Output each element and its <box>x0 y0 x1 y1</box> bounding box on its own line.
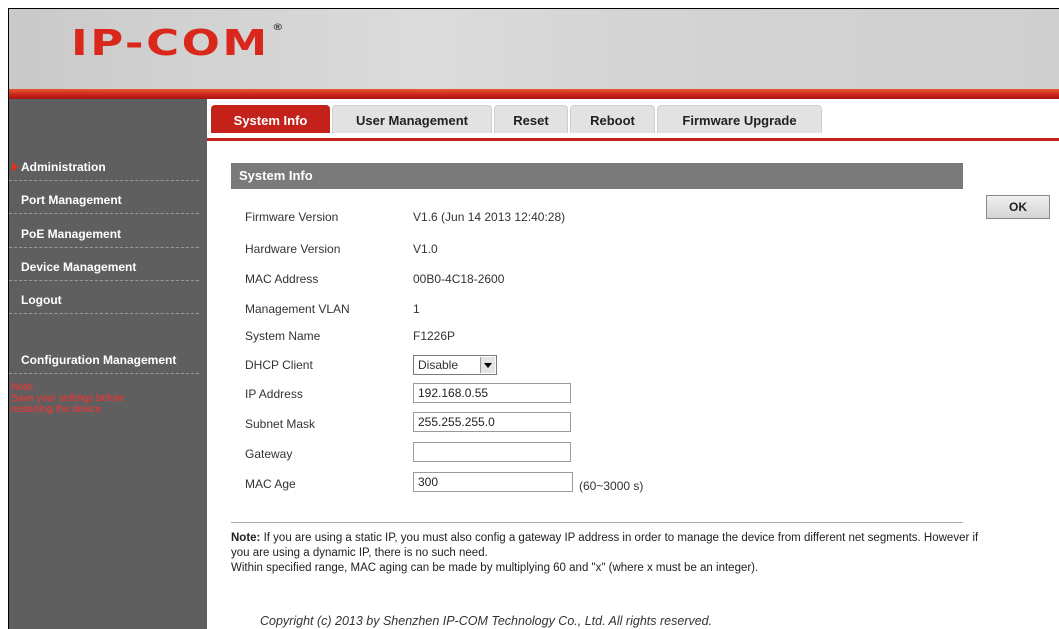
sidebar-item-label: Logout <box>21 293 62 307</box>
sidebar-item-label: Port Management <box>21 193 122 207</box>
firmware-version-value: V1.6 (Jun 14 2013 12:40:28) <box>413 210 566 224</box>
sidebar-item-port-management[interactable]: Port Management <box>9 186 199 214</box>
chevron-down-icon[interactable] <box>480 357 495 373</box>
header-red-stripe <box>9 89 1059 99</box>
hardware-version-value: V1.0 <box>413 242 438 256</box>
mac-address-label: MAC Address <box>245 272 319 286</box>
sidebar-item-poe-management[interactable]: PoE Management <box>9 220 199 248</box>
sidebar-item-logout[interactable]: Logout <box>9 286 199 314</box>
subnet-mask-input[interactable] <box>413 412 571 432</box>
sidebar-item-label: Device Management <box>21 260 137 274</box>
management-vlan-label: Management VLAN <box>245 302 350 316</box>
mac-age-hint: (60~3000 s) <box>579 479 644 493</box>
sidebar-item-configuration-management[interactable]: Configuration Management <box>9 346 199 374</box>
mac-age-label: MAC Age <box>245 477 296 491</box>
copyright-text: Copyright (c) 2013 by Shenzhen IP-COM Te… <box>260 614 713 628</box>
firmware-version-label: Firmware Version <box>245 210 339 224</box>
section-title: System Info <box>231 163 963 189</box>
mac-address-value: 00B0-4C18-2600 <box>413 272 505 286</box>
bottom-note: Note: If you are using a static IP, you … <box>231 531 991 576</box>
ip-address-input[interactable] <box>413 383 571 403</box>
gateway-input[interactable] <box>413 442 571 462</box>
tab-bar: System Info User Management Reset Reboot… <box>207 103 1059 141</box>
tab-reset[interactable]: Reset <box>494 105 568 133</box>
sidebar-item-label: Administration <box>21 160 106 174</box>
sidebar-item-device-management[interactable]: Device Management <box>9 253 199 281</box>
dhcp-client-select[interactable]: Disable <box>413 355 497 375</box>
subnet-mask-label: Subnet Mask <box>245 417 316 431</box>
registered-mark: ® <box>272 23 286 33</box>
sidebar-note-title: Note: <box>11 382 35 393</box>
ip-address-label: IP Address <box>245 387 303 401</box>
divider <box>231 522 963 523</box>
header-banner: IP-COM ® <box>9 9 1059 89</box>
sidebar-item-label: PoE Management <box>21 227 122 241</box>
tab-reboot[interactable]: Reboot <box>570 105 655 133</box>
tab-user-management[interactable]: User Management <box>332 105 492 133</box>
sidebar-item-administration[interactable]: Administration <box>9 153 199 181</box>
mac-age-input[interactable] <box>413 472 573 492</box>
tab-firmware-upgrade[interactable]: Firmware Upgrade <box>657 105 822 133</box>
management-vlan-value: 1 <box>413 302 420 316</box>
dhcp-client-label: DHCP Client <box>245 358 313 372</box>
ok-button[interactable]: OK <box>986 195 1050 219</box>
note-title: Note: <box>231 532 261 544</box>
sidebar-note-line: restarting the device. <box>11 404 104 415</box>
note-text-line1: If you are using a static IP, you must a… <box>231 532 979 559</box>
gateway-label: Gateway <box>245 447 293 461</box>
page-frame: IP-COM ® Administration Port Management P… <box>8 8 1059 629</box>
note-text-line2: Within specified range, MAC aging can be… <box>231 562 759 574</box>
ip-com-logo: IP-COM ® <box>71 23 286 64</box>
system-name-value: F1226P <box>413 329 456 343</box>
sidebar: Administration Port Management PoE Manag… <box>9 99 207 629</box>
tab-system-info[interactable]: System Info <box>211 105 330 133</box>
hardware-version-label: Hardware Version <box>245 242 341 256</box>
sidebar-note-line: Save your settings before <box>11 393 125 404</box>
dhcp-client-value: Disable <box>418 358 459 372</box>
system-name-label: System Name <box>245 329 321 343</box>
sidebar-item-label: Configuration Management <box>21 353 177 367</box>
arrow-right-icon <box>12 162 18 172</box>
logo-text: IP-COM <box>71 23 270 64</box>
sidebar-note: Note: Save your settings before restarti… <box>11 382 124 415</box>
